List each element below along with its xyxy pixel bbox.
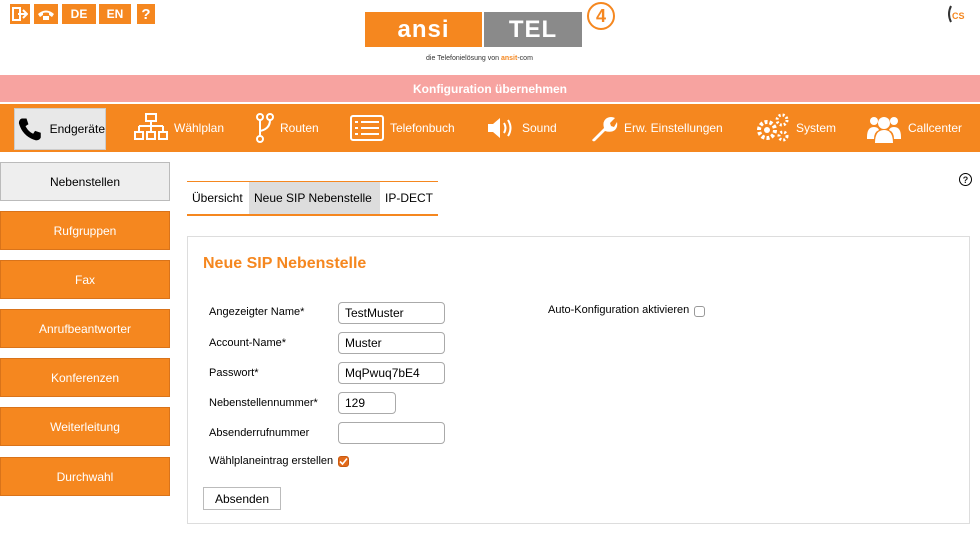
auto-config-checkbox[interactable] — [694, 306, 705, 317]
sidebar-label-nebenstellen: Nebenstellen — [49, 174, 121, 189]
sidebar-label-fax: Fax — [74, 272, 95, 287]
display-name-label: Angezeigter Name* — [209, 306, 305, 318]
logo-part2: TEL — [508, 15, 558, 43]
sitemap-icon — [134, 113, 168, 140]
nav-item-waehlplan[interactable]: Wählplan — [134, 104, 224, 152]
apply-config-label: Konfiguration übernehmen — [413, 81, 567, 96]
logo-tagline-suffix: -com — [517, 55, 533, 62]
page-help-icon[interactable]: ? — [959, 173, 972, 186]
lang-de-label: DE — [70, 7, 88, 21]
logout-icon — [12, 7, 28, 21]
tab-label-neue-sip-nebenstelle: Neue SIP Nebenstelle — [254, 191, 372, 205]
nav-item-telefonbuch[interactable]: Telefonbuch — [350, 104, 455, 152]
nav-item-erw-einstellungen[interactable]: Erw. Einstellungen — [590, 104, 723, 152]
logo-tagline: die Telefonielösung von ansit-com — [426, 55, 533, 62]
sidebar-item-weiterleitung[interactable]: Weiterleitung — [0, 407, 170, 446]
tab-uebersicht[interactable]: Übersicht — [187, 182, 249, 214]
page-help-label: ? — [962, 174, 969, 185]
password-input[interactable] — [338, 362, 445, 384]
cs-label: CS — [952, 11, 965, 21]
sender-number-label: Absenderrufnummer — [209, 427, 310, 439]
help-label: ? — [141, 5, 151, 23]
submit-label: Absenden — [214, 491, 270, 506]
lang-en-button[interactable]: EN — [99, 4, 131, 24]
hangup-button[interactable] — [34, 4, 58, 24]
logo-version: 4 — [595, 5, 606, 26]
logo-tel: TEL — [484, 12, 582, 47]
nav-label-routen: Routen — [280, 121, 319, 135]
logo-ansi: ansi — [365, 12, 482, 47]
nav-label-callcenter: Callcenter — [908, 121, 963, 135]
lang-en-label: EN — [106, 7, 124, 21]
sidebar-item-fax[interactable]: Fax — [0, 260, 170, 299]
nav-label-sound: Sound — [522, 121, 557, 135]
cs-icon[interactable]: CS — [945, 4, 965, 24]
tab-label-uebersicht: Übersicht — [192, 191, 243, 205]
logo-tagline-brand: ansit — [501, 55, 518, 62]
extension-label: Nebenstellennummer* — [209, 397, 318, 409]
route-icon — [256, 113, 274, 143]
form-title: Neue SIP Nebenstelle — [203, 255, 367, 272]
sidebar-item-konferenzen[interactable]: Konferenzen — [0, 358, 170, 397]
account-name-label: Account-Name* — [209, 337, 287, 349]
tab-neue-sip-nebenstelle[interactable]: Neue SIP Nebenstelle — [249, 182, 380, 214]
sidebar-item-nebenstellen[interactable]: Nebenstellen — [0, 162, 170, 201]
lang-de-button[interactable]: DE — [62, 4, 96, 24]
auto-config-label: Auto-Konfiguration aktivieren — [548, 304, 690, 316]
submit-button[interactable]: Absenden — [203, 487, 281, 510]
tab-label-ip-dect: IP-DECT — [385, 191, 433, 205]
account-name-input[interactable] — [338, 332, 445, 354]
nav-label-endgeraete: Endgeräte — [49, 122, 105, 136]
help-button[interactable]: ? — [137, 4, 155, 24]
nav-label-waehlplan: Wählplan — [174, 121, 225, 135]
nav-label-telefonbuch: Telefonbuch — [390, 121, 455, 135]
dialplan-entry-label: Wählplaneintrag erstellen — [209, 455, 334, 467]
form-panel — [187, 236, 970, 524]
password-label: Passwort* — [209, 367, 259, 379]
main-nav: Endgeräte Wählplan Routen Telefonbuch So… — [0, 104, 980, 152]
sidebar-label-durchwahl: Durchwahl — [56, 469, 114, 484]
sidebar-item-anrufbeantworter[interactable]: Anrufbeantworter — [0, 309, 170, 348]
logo-part1: ansi — [397, 15, 450, 43]
sidebar-item-durchwahl[interactable]: Durchwahl — [0, 457, 170, 496]
sidebar-label-weiterleitung: Weiterleitung — [50, 419, 120, 434]
sidebar-label-konferenzen: Konferenzen — [50, 370, 120, 385]
speaker-icon — [488, 118, 512, 138]
extension-input[interactable] — [338, 392, 396, 414]
logout-button[interactable] — [10, 4, 30, 24]
checkmark-icon — [339, 457, 348, 466]
logo-version-badge: 4 — [587, 2, 615, 30]
nav-label-system: System — [796, 121, 837, 135]
logo-tagline-prefix: die Telefonielösung von — [426, 55, 500, 62]
sidebar-label-rufgruppen: Rufgruppen — [53, 223, 117, 238]
nav-item-routen[interactable]: Routen — [256, 104, 319, 152]
apply-config-button[interactable]: Konfiguration übernehmen — [0, 75, 980, 102]
nav-item-endgeraete[interactable]: Endgeräte — [14, 108, 106, 150]
nav-item-sound[interactable]: Sound — [486, 104, 557, 152]
gears-icon — [757, 113, 789, 142]
nav-item-callcenter[interactable]: Callcenter — [866, 104, 962, 152]
phone-icon — [18, 118, 41, 141]
nav-item-system[interactable]: System — [756, 104, 836, 152]
sidebar-label-anrufbeantworter: Anrufbeantworter — [38, 321, 132, 336]
sender-number-input[interactable] — [338, 422, 445, 444]
nav-label-erw-einstellungen: Erw. Einstellungen — [624, 121, 723, 135]
sidebar-item-rufgruppen[interactable]: Rufgruppen — [0, 211, 170, 250]
wrench-icon — [592, 117, 618, 142]
phonebook-icon — [350, 115, 384, 141]
dialplan-entry-checkbox[interactable] — [338, 456, 349, 467]
hangup-phone-icon — [38, 10, 54, 20]
users-icon — [867, 117, 901, 143]
display-name-input[interactable] — [338, 302, 445, 324]
tab-ip-dect[interactable]: IP-DECT — [380, 182, 438, 214]
subtabs: Übersicht Neue SIP Nebenstelle IP-DECT — [187, 182, 438, 216]
